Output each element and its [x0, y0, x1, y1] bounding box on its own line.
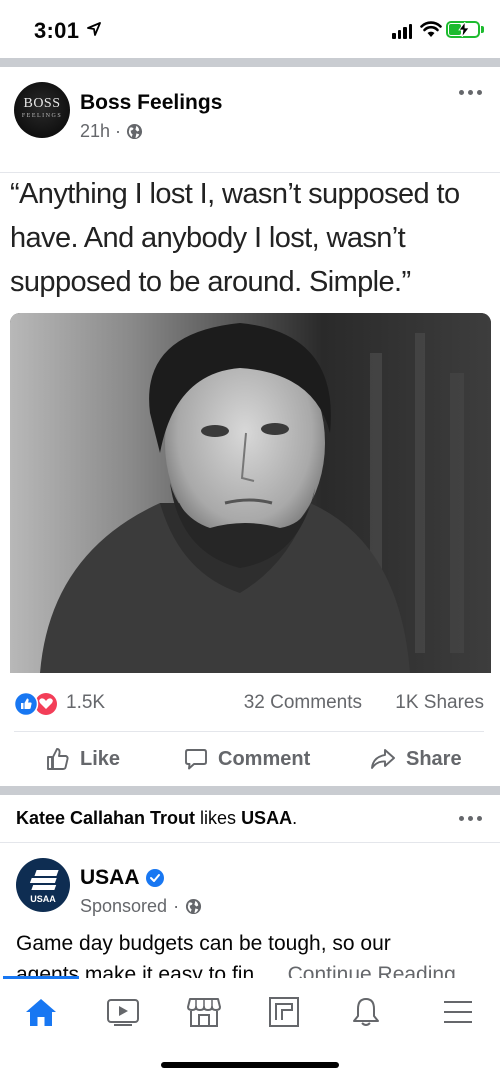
- globe-icon: [186, 898, 202, 915]
- more-options-icon[interactable]: [459, 90, 482, 95]
- activity-verb: likes: [195, 808, 242, 828]
- activity-divider: [0, 842, 500, 843]
- post-quote-text: “Anything I lost I, wasn’t supposed to h…: [10, 172, 492, 304]
- home-icon: [26, 999, 56, 1026]
- portrait-image: [10, 313, 491, 673]
- tab-home[interactable]: [13, 986, 69, 1038]
- bottom-tab-bar: [0, 976, 500, 1082]
- comment-bubble-icon: [185, 749, 207, 770]
- meta-separator: ·: [173, 896, 180, 916]
- watch-icon: [107, 999, 139, 1026]
- usaa-logo-icon: USAA: [29, 870, 59, 904]
- avatar-logo-text: BOSS: [23, 96, 61, 111]
- activity-period: .: [292, 808, 298, 828]
- home-indicator-bar[interactable]: [161, 1062, 339, 1068]
- usaa-avatar[interactable]: USAA: [16, 858, 70, 912]
- reactions-divider: [14, 731, 484, 732]
- battery-charging-icon: [446, 21, 480, 38]
- status-bar: 3:01: [0, 0, 500, 60]
- tab-menu[interactable]: [430, 986, 486, 1038]
- shares-count[interactable]: 1K Shares: [395, 692, 484, 714]
- like-button[interactable]: Like: [46, 747, 120, 771]
- active-tab-indicator: [3, 976, 79, 979]
- feed-divider: [0, 786, 500, 795]
- usaa-avatar-text: USAA: [30, 894, 56, 904]
- advertiser-name-text[interactable]: USAA: [80, 866, 140, 890]
- like-label: Like: [80, 747, 121, 770]
- friend-name[interactable]: Katee Callahan Trout: [16, 808, 195, 828]
- sponsored-meta: Sponsored ·: [80, 896, 202, 917]
- menu-icon: [444, 1001, 472, 1023]
- avatar-logo-subtext: FEELINGS: [21, 113, 63, 119]
- share-label: Share: [406, 747, 462, 770]
- tab-pages[interactable]: [256, 986, 312, 1038]
- quote-line: supposed to be around. Simple.”: [10, 266, 411, 298]
- verified-badge-icon: [145, 869, 164, 887]
- more-options-icon[interactable]: [459, 816, 482, 821]
- tab-marketplace[interactable]: [176, 986, 232, 1038]
- cellular-signal-icon: [392, 23, 412, 39]
- wifi-icon: [420, 21, 442, 37]
- location-arrow-icon: [87, 22, 101, 36]
- status-time: 3:01: [34, 18, 80, 43]
- feed-divider: [0, 58, 500, 67]
- quote-line: have. And anybody I lost, wasn’t: [10, 222, 406, 254]
- comment-label: Comment: [218, 747, 311, 770]
- ad-text-line: Game day budgets can be tough, so our: [16, 932, 391, 955]
- tab-watch[interactable]: [95, 986, 151, 1038]
- post-time[interactable]: 21h: [80, 121, 110, 142]
- share-button[interactable]: Share: [370, 747, 462, 771]
- quote-line: “Anything I lost I, wasn’t supposed to: [10, 178, 460, 210]
- post-header: BOSS FEELINGS Boss Feelings 21h ·: [14, 80, 486, 150]
- meta-separator: ·: [115, 121, 122, 141]
- page-avatar[interactable]: BOSS FEELINGS: [14, 82, 70, 138]
- friend-activity: Katee Callahan Trout likes USAA.: [16, 808, 297, 829]
- comment-button[interactable]: Comment: [184, 747, 310, 771]
- marketplace-icon: [187, 998, 221, 1027]
- sponsored-label[interactable]: Sponsored: [80, 896, 167, 917]
- tab-notifications[interactable]: [338, 986, 394, 1038]
- notifications-bell-icon: [353, 998, 379, 1026]
- advertiser-name: USAA: [80, 866, 164, 890]
- reactions-count[interactable]: 1.5K: [66, 692, 105, 714]
- thumbs-up-icon: [47, 748, 69, 770]
- post-actions: Like Comment Share: [0, 734, 500, 786]
- like-love-reaction-icons: [14, 692, 57, 716]
- ad-text-line-2: agents make it easy to fin... Continue Re…: [16, 961, 456, 978]
- pages-icon: [269, 997, 299, 1027]
- battery-nub: [481, 26, 484, 33]
- reactions-row[interactable]: 1.5K 32 Comments 1K Shares: [14, 688, 484, 718]
- page-name[interactable]: Boss Feelings: [80, 91, 222, 115]
- continue-reading-link[interactable]: Continue Reading: [288, 963, 456, 978]
- share-arrow-icon: [371, 749, 395, 769]
- post-meta: 21h ·: [80, 121, 143, 142]
- comments-count[interactable]: 32 Comments: [244, 692, 362, 714]
- globe-icon: [126, 123, 143, 140]
- liked-page-name[interactable]: USAA: [241, 808, 292, 828]
- post-photo[interactable]: [10, 313, 491, 673]
